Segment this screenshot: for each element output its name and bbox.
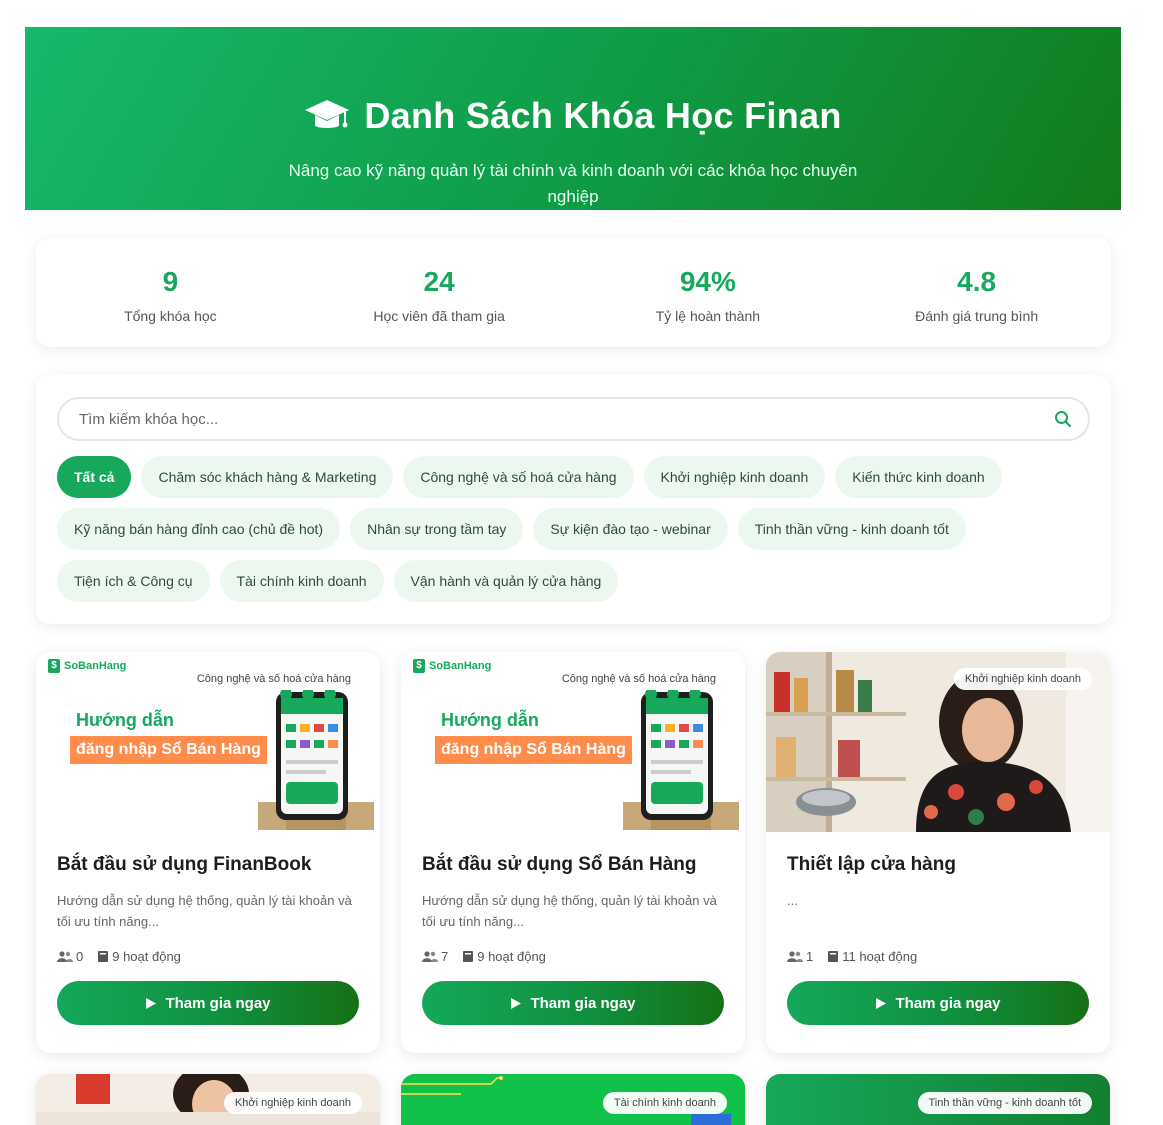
learners-count: 0 [57,949,83,964]
course-meta: 0 9 hoạt động [57,949,359,964]
filter-row: Tiện ích & Công cụ Tài chính kinh doanh … [57,560,1097,602]
filter-chip[interactable]: Tiện ích & Công cụ [57,560,210,602]
users-icon [422,950,438,962]
course-card[interactable]: $ SoBanHang Hướng dẫn đăng nhập Sổ Bán Hà… [36,652,380,1053]
learners-count: 1 [787,949,813,964]
stat-value: 4.8 [957,266,997,297]
stat-value: 9 [162,266,179,297]
phone-illustration-icon [623,690,739,830]
filter-chip[interactable]: Kỹ năng bán hàng đỉnh cao (chủ đề hot) [57,508,341,550]
book-icon [828,951,839,962]
course-title: Bắt đầu sử dụng Sổ Bán Hàng [422,854,697,875]
page-subtitle: Nâng cao kỹ năng quản lý tài chính và ki… [288,161,858,206]
category-badge: Công nghệ và số hoá cửa hàng [550,668,727,690]
thumbnail-headline: Hướng dẫn [441,710,539,730]
thumbnail-strip: đăng nhập Sổ Bán Hàng [70,736,267,764]
course-card[interactable]: Tinh thần vững - kinh doanh tốt [766,1074,1110,1125]
course-description: Hướng dẫn sử dụng hệ thống, quản lý tài … [422,893,717,929]
course-title: Thiết lập cửa hàng [787,854,956,875]
course-card[interactable]: $ SoBanHang Hướng dẫn đăng nhập Sổ Bán Hà… [401,652,745,1053]
course-description: ... [787,893,798,908]
stat-value: 94% [679,266,736,297]
course-meta: 7 9 hoạt động [422,949,724,964]
users-icon [787,950,803,962]
search-box [57,397,1090,441]
stats-panel: 9 Tổng khóa học 24 Học viên đã tham gia … [36,238,1111,347]
category-badge: Khởi nghiệp kinh doanh [223,1092,362,1114]
course-title: Bắt đầu sử dụng FinanBook [57,854,312,875]
stat-total-courses: 9 Tổng khóa học [36,238,305,347]
book-icon [463,951,474,962]
search-icon[interactable] [1054,410,1072,428]
course-card[interactable]: Tài chính kinh doanh [401,1074,745,1125]
brand-logo: $ SoBanHang [413,659,491,673]
graduation-cap-icon [305,100,350,128]
filter-chip[interactable]: Khởi nghiệp kinh doanh [643,456,826,498]
filter-chip[interactable]: Nhân sự trong tầm tay [350,508,524,550]
learners-count: 7 [422,949,448,964]
filter-chip[interactable]: Chăm sóc khách hàng & Marketing [141,456,394,498]
stat-average-rating: 4.8 Đánh giá trung bình [842,238,1111,347]
stat-label: Đánh giá trung bình [915,308,1039,324]
users-icon [57,950,73,962]
play-icon [146,997,157,1009]
play-icon [511,997,522,1009]
thumbnail-headline: Hướng dẫn [76,710,174,730]
activities-count: 9 hoạt động [462,949,546,964]
join-button[interactable]: Tham gia ngay [422,981,724,1025]
stat-value: 24 [423,266,455,297]
filter-row: Kỹ năng bán hàng đỉnh cao (chủ đề hot) N… [57,508,1097,550]
filter-chip[interactable]: Tài chính kinh doanh [219,560,384,602]
book-icon [98,951,109,962]
page-title: Danh Sách Khóa Học Finan [364,95,842,136]
join-button[interactable]: Tham gia ngay [787,981,1089,1025]
course-card[interactable]: Khởi nghiệp kinh doanh Thiết lập cửa hàn… [766,652,1110,1053]
category-badge: Công nghệ và số hoá cửa hàng [185,668,362,690]
course-thumbnail: $ SoBanHang Hướng dẫn đăng nhập Sổ Bán Hà… [401,652,745,832]
category-badge: Tài chính kinh doanh [602,1092,727,1114]
category-badge: Tinh thần vững - kinh doanh tốt [917,1092,1092,1114]
stat-completion-rate: 94% Tỷ lệ hoàn thành [574,238,843,347]
phone-illustration-icon [258,690,374,830]
stat-learners: 24 Học viên đã tham gia [305,238,574,347]
stat-label: Tổng khóa học [124,308,217,324]
course-thumbnail: $ SoBanHang Hướng dẫn đăng nhập Sổ Bán Hà… [36,652,380,832]
search-input[interactable] [79,410,1054,428]
course-card[interactable]: Khởi nghiệp kinh doanh [36,1074,380,1125]
activities-count: 11 hoạt động [827,949,917,964]
stat-label: Tỷ lệ hoàn thành [655,308,761,324]
filter-chip[interactable]: Kiến thức kinh doanh [835,456,1002,498]
filter-chip[interactable]: Vận hành và quản lý cửa hàng [393,560,619,602]
join-button[interactable]: Tham gia ngay [57,981,359,1025]
thumbnail-strip: đăng nhập Sổ Bán Hàng [435,736,632,764]
page-header: Danh Sách Khóa Học Finan Nâng cao kỹ năn… [25,27,1121,210]
filter-chip[interactable]: Sự kiện đào tạo - webinar [533,508,728,550]
play-icon [876,997,887,1009]
course-description: Hướng dẫn sử dụng hệ thống, quản lý tài … [57,893,352,929]
filter-chip[interactable]: Tinh thần vững - kinh doanh tốt [737,508,966,550]
brand-logo: $ SoBanHang [48,659,126,673]
category-badge: Khởi nghiệp kinh doanh [953,668,1092,690]
page-title-row: Danh Sách Khóa Học Finan [25,95,1121,137]
filter-panel: Tất cả Chăm sóc khách hàng & Marketing C… [36,375,1111,624]
filter-chip-all[interactable]: Tất cả [57,456,132,498]
category-filters: Tất cả Chăm sóc khách hàng & Marketing C… [57,456,1097,612]
activities-count: 9 hoạt động [97,949,181,964]
course-thumbnail: Khởi nghiệp kinh doanh [766,652,1110,832]
stat-label: Học viên đã tham gia [373,308,505,324]
filter-row: Tất cả Chăm sóc khách hàng & Marketing C… [57,456,1097,498]
filter-chip[interactable]: Công nghệ và số hoá cửa hàng [403,456,634,498]
course-meta: 1 11 hoạt động [787,949,1089,964]
